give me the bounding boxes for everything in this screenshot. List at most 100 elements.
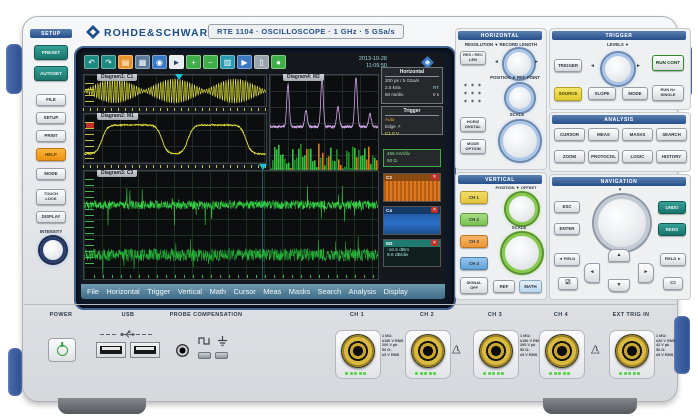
redo-button[interactable]: REDO [658, 223, 686, 236]
menu-file[interactable]: File [87, 287, 99, 296]
ch3-button[interactable]: CH 3 [460, 235, 488, 248]
run-nx-single-button[interactable]: RUN N× SINGLE [652, 85, 684, 101]
diagram1-tab[interactable]: Diagram1: C1 [97, 74, 137, 81]
autoset-button[interactable]: AUTOSET [34, 66, 68, 81]
horiz-digital-button[interactable]: HORIZ DIGITAL [460, 117, 486, 132]
thumbnail-c4[interactable]: C4 × [383, 206, 441, 235]
vertical-scale-knob[interactable] [502, 233, 542, 273]
horizontal-info-line3: 50 ns/div [385, 92, 403, 97]
menu-vertical[interactable]: Vertical [178, 287, 202, 296]
record-icon[interactable]: ● [271, 55, 286, 69]
menu-search[interactable]: Search [318, 287, 341, 296]
usb-port-1[interactable] [96, 342, 126, 358]
power-button[interactable] [48, 338, 76, 362]
protocol-button[interactable]: PROTOCOL [588, 150, 619, 163]
menu-meas[interactable]: Meas [263, 287, 281, 296]
zoom-in-icon[interactable]: + [186, 55, 201, 69]
screenshot-icon[interactable]: ◉ [152, 55, 167, 69]
up-arrow-button[interactable]: ▲ [608, 249, 630, 262]
spectrum-tab[interactable]: Diagram4: M2 [283, 74, 324, 81]
spectrum-window[interactable] [269, 74, 379, 169]
save-icon[interactable]: ▤ [118, 55, 133, 69]
intensity-knob[interactable] [40, 237, 66, 263]
help-button[interactable]: HELP [36, 148, 66, 161]
trigger-position-marker-2[interactable] [259, 164, 267, 170]
down-arrow-button[interactable]: ▼ [608, 279, 630, 292]
print-button[interactable]: PRINT [36, 130, 66, 142]
zoom-button[interactable]: ZOOM [554, 150, 585, 163]
menu-trigger[interactable]: Trigger [147, 287, 170, 296]
trigger-level-knob[interactable] [602, 53, 634, 85]
probe-comp-contact-1[interactable] [198, 352, 211, 359]
thumbnail-c4-close-icon[interactable]: × [431, 207, 438, 213]
horizontal-scale-knob[interactable] [500, 121, 540, 161]
menu-masks[interactable]: Masks [289, 287, 310, 296]
offset-label: OFFSET [521, 185, 537, 190]
signal-off-button[interactable]: SIGNAL OFF [460, 277, 488, 294]
right-arrow-button[interactable]: ► [638, 263, 654, 283]
search-button[interactable]: SEARCH [656, 128, 687, 141]
field-right-button[interactable]: FIELD ► [660, 253, 686, 266]
window-button[interactable]: ▭ [663, 277, 683, 290]
checkbox-button[interactable]: ☑ [558, 277, 578, 290]
mode-option-button[interactable]: MODE OPTION [460, 139, 486, 154]
diagram3-tab[interactable]: Diagram3: C3 [97, 170, 137, 177]
usb-port-2[interactable] [130, 342, 160, 358]
thumbnail-c2-close-icon[interactable]: × [431, 174, 438, 180]
field-left-button[interactable]: ◄ FIELD [554, 253, 580, 266]
left-arrow-button[interactable]: ◄ [584, 263, 600, 283]
zoom-out-icon[interactable]: − [203, 55, 218, 69]
trigger-mode-button[interactable]: MODE [622, 87, 648, 100]
diagram3-window[interactable] [83, 170, 379, 280]
thumbnail-c2[interactable]: C2 × [383, 173, 441, 202]
vertical-position-knob[interactable] [506, 193, 538, 225]
undo-icon[interactable]: ↶ [84, 55, 99, 69]
horizontal-info-rt-badge: RT [433, 85, 439, 92]
trigger-setup-button[interactable]: TRIGGER [554, 59, 582, 72]
menu-horizontal[interactable]: Horizontal [106, 287, 139, 296]
navigation-knob[interactable] [594, 195, 650, 251]
probe-comp-jack[interactable] [176, 344, 189, 357]
thumbnail-m2-close-icon[interactable]: × [431, 240, 438, 246]
thumbnail-m2[interactable]: M2 × -16.5 dBm 9.6 dB/div [383, 239, 441, 267]
diagram2-tab[interactable]: Diagram2: M1 [97, 113, 138, 120]
display-settings-icon[interactable]: ▦ [135, 55, 150, 69]
math-button[interactable]: MATH [519, 280, 542, 293]
setup-button[interactable]: SETUP [36, 112, 66, 124]
trigger-source-button[interactable]: SOURCE [554, 87, 582, 101]
file-button[interactable]: FILE [36, 94, 66, 106]
trigger-position-marker[interactable] [175, 74, 183, 80]
menu-math[interactable]: Math [210, 287, 226, 296]
res-rec-len-button[interactable]: RES / REC LEN [460, 51, 486, 65]
ch4-button[interactable]: CH 4 [460, 257, 488, 270]
usb-slot-1 [100, 346, 122, 354]
ref-button[interactable]: REF [493, 280, 515, 293]
layout-icon[interactable]: ▥ [220, 55, 235, 69]
mode-button[interactable]: MODE [36, 168, 66, 180]
play-icon[interactable]: ▶ [237, 55, 252, 69]
probe-comp-contact-2[interactable] [215, 352, 228, 359]
pointer-icon[interactable]: ► [169, 55, 184, 69]
meas-button[interactable]: MEAS [588, 128, 619, 141]
undo-button[interactable]: UNDO [658, 201, 686, 214]
cursor-button[interactable]: CURSOR [554, 128, 585, 141]
slope-button[interactable]: SLOPE [588, 87, 616, 100]
history-button[interactable]: HISTORY [656, 150, 687, 163]
delete-icon[interactable]: ▯ [254, 55, 269, 69]
redo-icon[interactable]: ↷ [101, 55, 116, 69]
position-ref-knob[interactable] [506, 84, 534, 112]
ch2-button[interactable]: CH 2 [460, 213, 488, 226]
menu-analysis[interactable]: Analysis [349, 287, 377, 296]
esc-button[interactable]: ESC [554, 201, 580, 213]
display-button[interactable]: DISPLAY [36, 211, 66, 223]
diagram2-window[interactable] [83, 113, 267, 164]
touch-lock-button[interactable]: TOUCH LOCK [36, 189, 66, 205]
preset-button[interactable]: PRESET [34, 45, 68, 60]
run-cont-button[interactable]: RUN CONT [652, 55, 684, 71]
masks-button[interactable]: MASKS [622, 128, 653, 141]
menu-display[interactable]: Display [384, 287, 408, 296]
menu-cursor[interactable]: Cursor [234, 287, 256, 296]
logic-button[interactable]: LOGIC [622, 150, 653, 163]
ch1-button[interactable]: CH 1 [460, 191, 488, 204]
enter-button[interactable]: ENTER [554, 223, 580, 235]
